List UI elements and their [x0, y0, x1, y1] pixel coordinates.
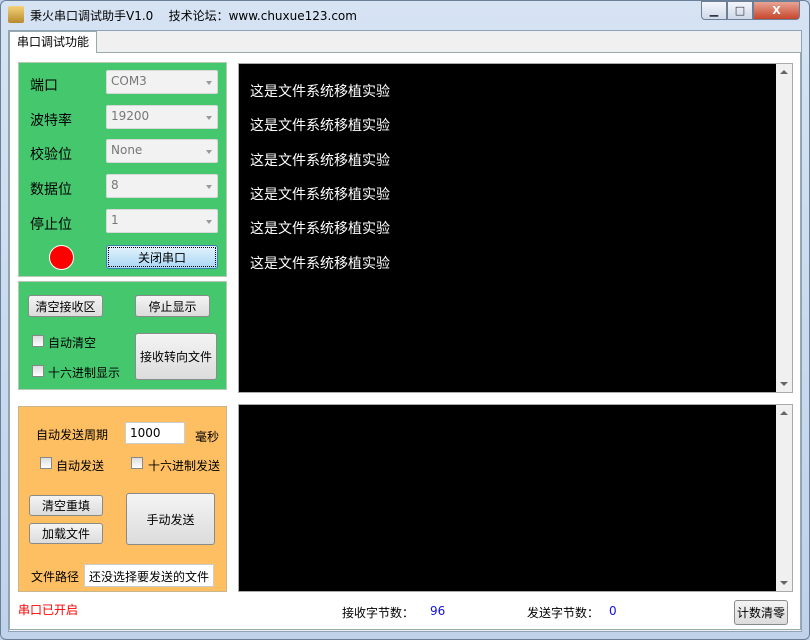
field-label: 校验位 — [30, 147, 72, 164]
auto-clear-checkbox[interactable] — [32, 335, 44, 347]
receive-scrollbar[interactable] — [776, 64, 792, 392]
reset-count-button[interactable]: 计数清零 — [734, 600, 788, 625]
field-select-value: None — [111, 143, 143, 158]
maximize-button[interactable]: □ — [727, 1, 753, 20]
chevron-down-icon — [206, 81, 212, 85]
app-title: 秉火串口调试助手V1.0 — [30, 9, 154, 23]
field-label: 停止位 — [30, 216, 72, 233]
manual-send-button[interactable]: 手动发送 — [126, 493, 215, 545]
toggle-port-button[interactable]: 关闭串口 — [106, 245, 218, 269]
period-input[interactable]: 1000 — [125, 422, 185, 444]
clear-send-button[interactable]: 清空重填 — [29, 495, 103, 516]
port-state-text: 串口已开启 — [18, 603, 79, 617]
rx-count-value: 96 — [430, 604, 446, 618]
scroll-down-icon[interactable] — [780, 581, 788, 585]
field-select[interactable]: 8 — [106, 174, 218, 199]
hex-display-checkbox[interactable] — [32, 365, 44, 377]
clear-receive-button[interactable]: 清空接收区 — [28, 295, 103, 317]
chevron-down-icon — [206, 150, 212, 155]
field-select[interactable]: 19200 — [106, 104, 218, 129]
field-select-value: 1 — [111, 212, 119, 227]
period-unit: 毫秒 — [195, 430, 220, 444]
tx-count-label: 发送字节数： — [527, 606, 600, 620]
field-select[interactable]: COM3 — [106, 70, 218, 94]
receive-line: 这是文件系统移植实验 — [250, 84, 390, 100]
receive-line: 这是文件系统移植实验 — [250, 255, 390, 272]
field-select[interactable]: None — [106, 139, 218, 164]
rx-count-label: 接收字节数： — [342, 606, 415, 620]
file-path-input[interactable]: 还没选择要发送的文件 — [84, 564, 214, 587]
minimize-button[interactable]: ▁ — [701, 1, 727, 20]
receive-line: 这是文件系统移植实验 — [250, 186, 390, 203]
file-path-label: 文件路径 — [31, 570, 80, 584]
load-file-button[interactable]: 加载文件 — [29, 523, 103, 544]
period-label: 自动发送周期 — [36, 428, 109, 442]
app-logo-icon — [8, 6, 24, 23]
scroll-up-icon[interactable] — [780, 70, 788, 74]
stop-display-button[interactable]: 停止显示 — [135, 295, 210, 317]
field-select-value: 8 — [111, 178, 119, 193]
auto-clear-label: 自动清空 — [48, 336, 97, 350]
chevron-down-icon — [206, 185, 212, 190]
receive-line: 这是文件系统移植实验 — [250, 221, 390, 238]
scroll-down-icon[interactable] — [780, 382, 788, 386]
receive-line: 这是文件系统移植实验 — [250, 152, 390, 169]
send-textarea[interactable] — [238, 404, 793, 592]
window-title: 秉火串口调试助手V1.0 技术论坛：www.chuxue123.com — [30, 7, 357, 24]
tx-count-value: 0 — [609, 604, 617, 618]
port-status-indicator — [49, 245, 74, 270]
forum-text: 技术论坛：www.chuxue123.com — [168, 9, 357, 23]
receive-line: 这是文件系统移植实验 — [250, 118, 390, 135]
maximize-icon: □ — [734, 4, 746, 17]
field-label: 端口 — [30, 78, 58, 94]
close-button[interactable]: X — [753, 1, 800, 20]
hex-send-label: 十六进制发送 — [148, 459, 221, 473]
minimize-icon: ▁ — [709, 4, 719, 17]
close-icon: X — [772, 4, 781, 17]
auto-send-label: 自动发送 — [56, 459, 105, 473]
tab-serial-debug[interactable]: 串口调试功能 — [9, 31, 97, 53]
field-select-value: COM3 — [111, 74, 147, 88]
receive-to-file-button[interactable]: 接收转向文件 — [135, 333, 217, 380]
send-scrollbar[interactable] — [776, 405, 792, 591]
field-label: 数据位 — [30, 182, 72, 199]
chevron-down-icon — [206, 115, 212, 120]
chevron-down-icon — [206, 219, 212, 224]
hex-display-label: 十六进制显示 — [48, 366, 121, 380]
scroll-up-icon[interactable] — [780, 411, 788, 415]
auto-send-checkbox[interactable] — [40, 457, 52, 469]
field-select-value: 19200 — [111, 108, 150, 123]
hex-send-checkbox[interactable] — [131, 457, 143, 469]
field-label: 波特率 — [30, 112, 72, 129]
field-select[interactable]: 1 — [106, 208, 218, 233]
